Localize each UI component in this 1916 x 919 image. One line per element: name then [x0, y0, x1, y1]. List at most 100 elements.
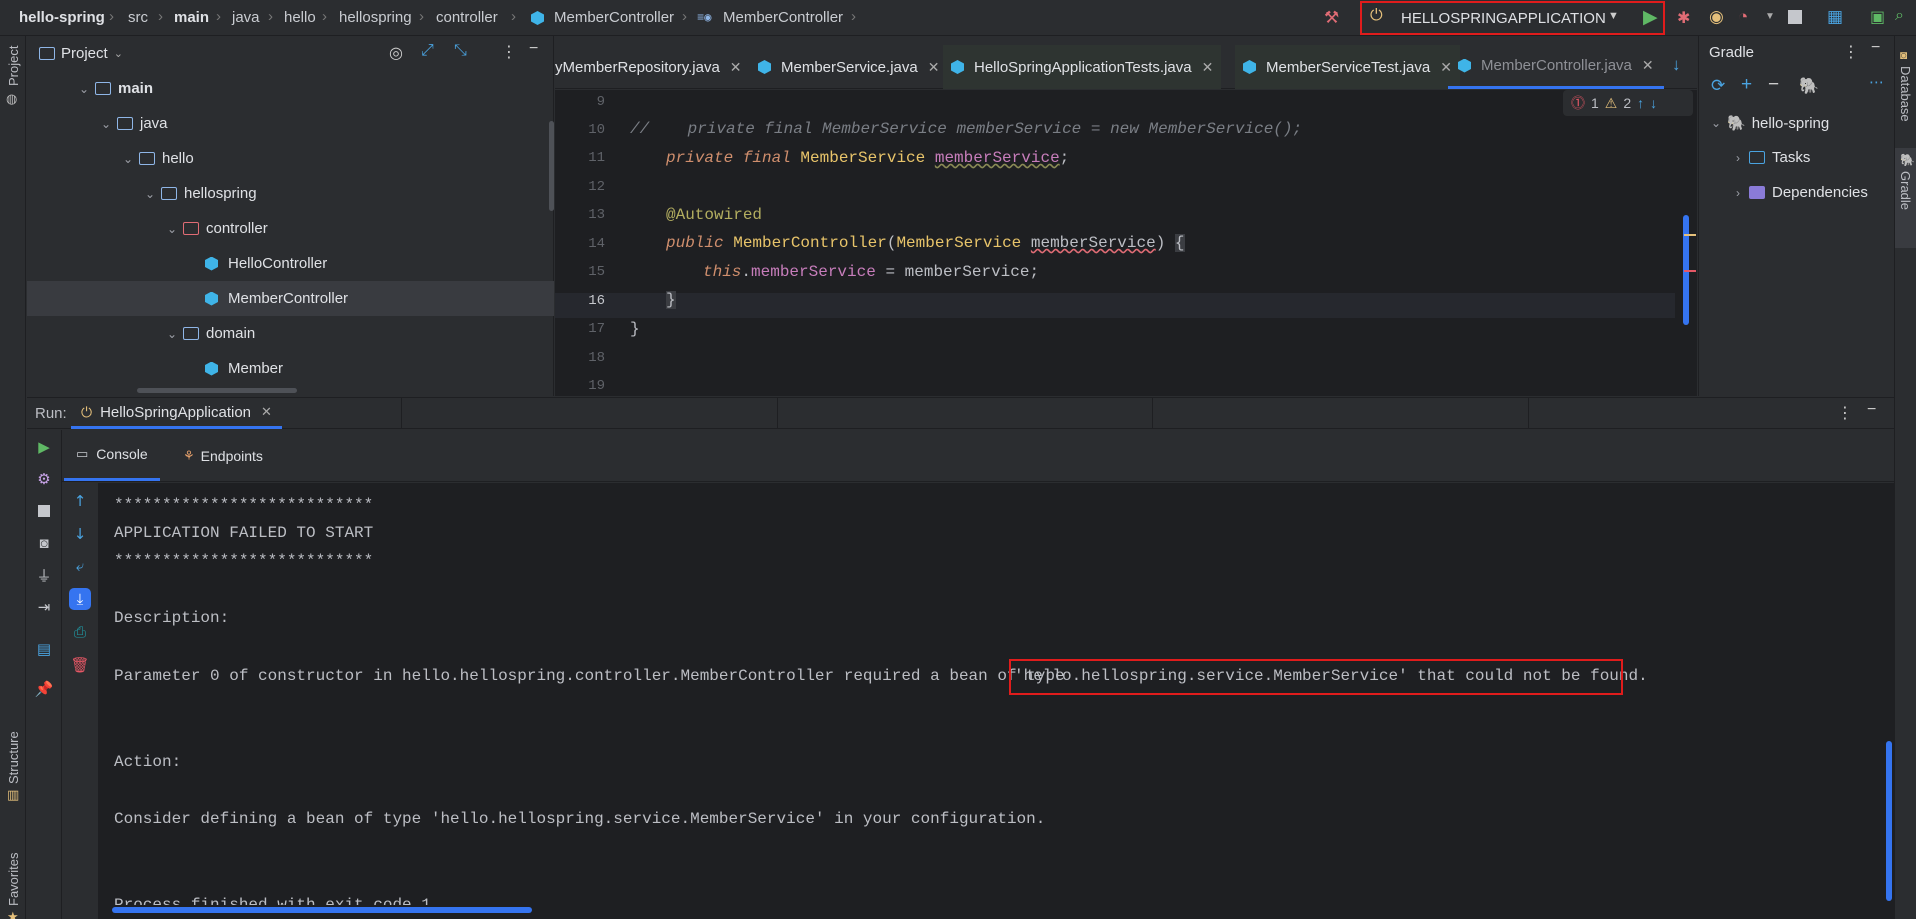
tab-hello-spring-application-tests[interactable]: HelloSpringApplicationTests.java ✕	[943, 45, 1222, 89]
next-highlight-icon[interactable]: ↓	[1650, 95, 1657, 111]
chevron-down-icon[interactable]: ▼	[1608, 10, 1619, 22]
hammer-icon[interactable]: ⚒	[1324, 8, 1339, 28]
stop-icon[interactable]	[35, 502, 53, 520]
chevron-down-icon[interactable]: ⌄	[163, 222, 181, 236]
close-icon[interactable]: ✕	[928, 59, 940, 76]
chevron-right-icon[interactable]: ›	[1729, 151, 1747, 165]
search-icon[interactable]: ⌕	[1895, 7, 1904, 25]
chevron-down-icon[interactable]: ⌄	[114, 47, 123, 60]
vertical-scrollbar[interactable]	[549, 121, 554, 211]
gradle-tree-tasks[interactable]: › Tasks	[1729, 149, 1810, 166]
tree-item-java[interactable]: ⌄ java	[27, 106, 554, 141]
breadcrumb-java[interactable]: java	[232, 9, 260, 26]
console-horizontal-scrollbar[interactable]	[112, 907, 532, 913]
close-icon[interactable]: ✕	[1202, 59, 1214, 76]
exit-icon[interactable]: ⇥	[35, 598, 53, 616]
layout-icon[interactable]: ▤	[35, 640, 53, 658]
run-tab-hello-spring-application[interactable]: ⏻ HelloSpringApplication ✕	[71, 398, 282, 429]
tree-item-hellospring[interactable]: ⌄ hellospring	[27, 176, 554, 211]
debug-icon[interactable]: ✱	[1677, 8, 1690, 28]
chevron-down-icon[interactable]: ▼	[1765, 11, 1775, 22]
expand-all-icon[interactable]: ⤢	[421, 42, 434, 60]
add-icon[interactable]: +	[1741, 74, 1752, 96]
warning-marker[interactable]	[1684, 234, 1696, 236]
tab-member-service-test[interactable]: MemberServiceTest.java ✕	[1235, 45, 1460, 89]
more-options-icon[interactable]: ⋮	[1843, 42, 1859, 62]
tab-list-icon[interactable]: ↓	[1672, 55, 1681, 75]
more-icon[interactable]: ⋯	[1869, 73, 1884, 91]
camera-icon[interactable]: ◙	[35, 534, 53, 552]
tab-member-controller[interactable]: MemberController.java ✕	[1448, 45, 1664, 89]
pin-icon[interactable]: 📌	[35, 680, 54, 698]
gradle-tree-project[interactable]: ⌄ 🐘 hello-spring	[1707, 114, 1829, 133]
gradle-tool-button[interactable]: Gradle	[1898, 171, 1913, 210]
elephant-icon[interactable]: 🐘	[1799, 76, 1819, 96]
plug-icon[interactable]: ⏚	[35, 566, 53, 585]
tab-endpoints[interactable]: ⚘ Endpoints	[175, 430, 271, 481]
database-tool-button[interactable]: Database	[1898, 66, 1913, 122]
previous-highlight-icon[interactable]: ↑	[1637, 95, 1644, 111]
target-icon[interactable]: ◎	[389, 43, 403, 63]
breadcrumb-class[interactable]: MemberController	[554, 9, 674, 26]
run-icon[interactable]: ▶	[1643, 6, 1658, 29]
tree-item-controller[interactable]: ⌄ controller	[27, 211, 554, 246]
layout-icon[interactable]: ▦	[1827, 7, 1843, 27]
horizontal-scrollbar[interactable]	[137, 388, 297, 393]
tree-item-main[interactable]: ⌄ main	[27, 71, 554, 106]
breadcrumb-hellospring[interactable]: hellospring	[339, 9, 412, 26]
remove-icon[interactable]: −	[1768, 74, 1779, 96]
chevron-down-icon[interactable]: ⌄	[119, 152, 137, 166]
structure-tool-button[interactable]: Structure	[6, 731, 21, 784]
close-icon[interactable]: ✕	[1642, 57, 1654, 74]
breadcrumb-controller[interactable]: controller	[436, 9, 498, 26]
coverage-icon[interactable]: ◉	[1709, 7, 1724, 27]
refresh-icon[interactable]: ⟳	[1711, 76, 1725, 96]
tab-console[interactable]: ▭ Console	[64, 430, 160, 481]
breadcrumb-member[interactable]: MemberController	[723, 9, 843, 26]
code-editor[interactable]: 9 10 11 12 13 14 15 16 17 18 19 ⓵1 ⚠ 2 ↑ …	[555, 90, 1697, 396]
soft-wrap-icon[interactable]: ⤶	[71, 557, 89, 575]
stop-icon[interactable]	[1788, 10, 1802, 24]
console-output[interactable]: ↑ ↓ ⤶ ⤓ ⎙ 🗑 *************************** …	[62, 483, 1894, 919]
trash-icon[interactable]: 🗑	[70, 656, 89, 674]
breadcrumb-project[interactable]: hello-spring	[19, 9, 105, 26]
hide-panel-icon[interactable]: −	[1867, 401, 1876, 419]
profile-icon[interactable]: ◔	[1738, 7, 1748, 27]
tree-item-hellocontroller[interactable]: HelloController	[27, 246, 554, 281]
breadcrumb-main[interactable]: main	[174, 9, 209, 26]
inspection-widget[interactable]: ⓵1 ⚠ 2 ↑ ↓	[1563, 90, 1693, 116]
chevron-down-icon[interactable]: ⌄	[75, 82, 93, 96]
hide-panel-icon[interactable]: −	[1871, 39, 1880, 57]
error-marker[interactable]	[1684, 270, 1696, 272]
tab-memory-member-repository[interactable]: yMemberRepository.java ✕	[555, 45, 742, 89]
favorites-tool-button[interactable]: Favorites	[6, 853, 21, 906]
chevron-down-icon[interactable]: ⌄	[97, 117, 115, 131]
gradle-tree-dependencies[interactable]: › Dependencies	[1729, 184, 1868, 201]
close-icon[interactable]: ✕	[261, 404, 272, 420]
breadcrumb-src[interactable]: src	[128, 9, 148, 26]
project-panel-title[interactable]: Project	[61, 45, 108, 62]
more-options-icon[interactable]: ⋮	[1837, 403, 1853, 423]
chevron-down-icon[interactable]: ⌄	[141, 187, 159, 201]
scroll-down-icon[interactable]: ↓	[71, 525, 89, 543]
chevron-down-icon[interactable]: ⌄	[163, 327, 181, 341]
close-icon[interactable]: ✕	[730, 59, 742, 76]
settings-icon[interactable]: ⚙	[35, 470, 53, 488]
terminal-icon[interactable]: ▣	[1870, 7, 1885, 27]
hide-panel-icon[interactable]: −	[529, 40, 538, 58]
chevron-right-icon[interactable]: ›	[1729, 186, 1747, 200]
breadcrumb-hello[interactable]: hello	[284, 9, 316, 26]
tree-item-hello[interactable]: ⌄ hello	[27, 141, 554, 176]
tab-member-service[interactable]: MemberService.java ✕	[758, 45, 939, 89]
scroll-up-icon[interactable]: ↑	[71, 492, 89, 510]
tree-item-membercontroller[interactable]: MemberController	[27, 281, 554, 316]
rerun-icon[interactable]: ▶	[35, 438, 53, 456]
more-options-icon[interactable]: ⋮	[501, 42, 517, 62]
print-icon[interactable]: ⎙	[71, 623, 89, 641]
chevron-down-icon[interactable]: ⌄	[1707, 116, 1725, 130]
run-config-selector[interactable]: HELLOSPRINGAPPLICATION	[1401, 10, 1606, 27]
scroll-to-end-icon[interactable]: ⤓	[69, 588, 91, 610]
tree-item-member[interactable]: Member	[27, 351, 554, 386]
console-scrollbar[interactable]	[1886, 741, 1892, 901]
collapse-all-icon[interactable]: ⤡	[454, 42, 467, 60]
